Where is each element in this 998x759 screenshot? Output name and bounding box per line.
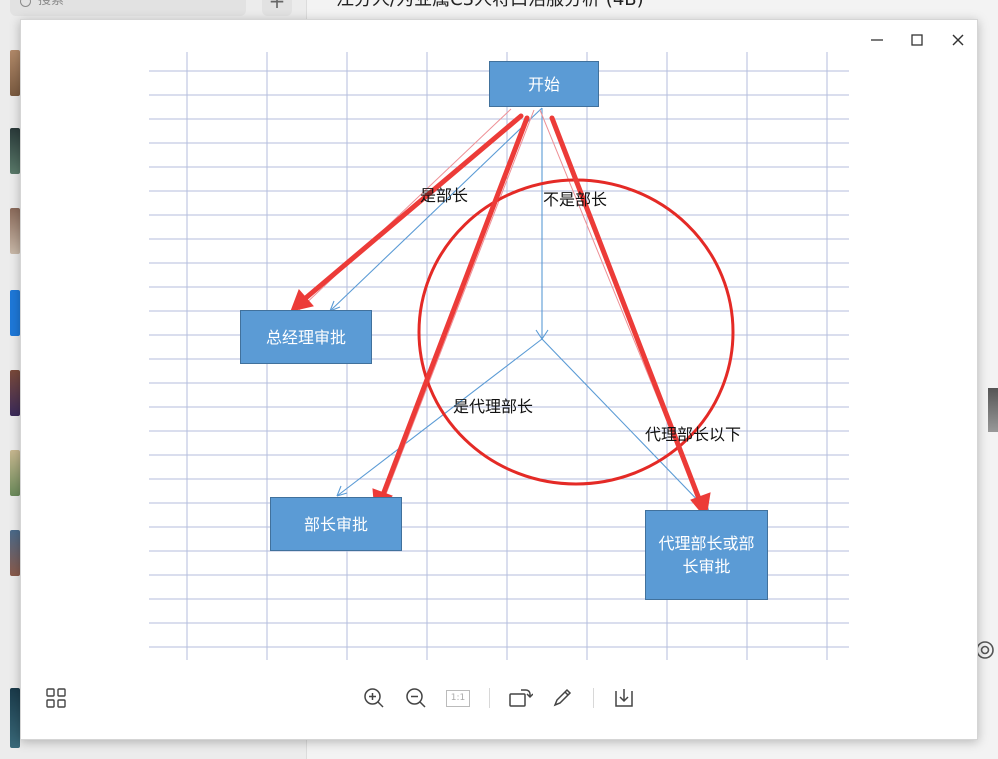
label-is-acting: 是代理部长 bbox=[453, 397, 534, 416]
background-thumbnail[interactable] bbox=[10, 370, 20, 416]
edit-button[interactable] bbox=[547, 683, 577, 713]
image-viewer-window: 开始 总经理审批 部长审批 代理部长或部长审批 是部长 不是部长 是代理部长 代… bbox=[20, 19, 978, 740]
label-below-acting: 代理部长以下 bbox=[645, 425, 742, 444]
minimize-icon bbox=[871, 39, 883, 41]
background-search-input[interactable]: 搜索 bbox=[10, 0, 246, 16]
background-add-button[interactable]: + bbox=[262, 0, 292, 16]
zoom-out-icon bbox=[406, 688, 426, 708]
zoom-out-button[interactable] bbox=[401, 683, 431, 713]
zoom-in-button[interactable] bbox=[359, 683, 389, 713]
thumbnail-grid-button[interactable] bbox=[43, 685, 69, 711]
background-thumbnail[interactable] bbox=[10, 450, 20, 496]
search-placeholder: 搜索 bbox=[38, 0, 65, 8]
background-thumbnail[interactable] bbox=[10, 128, 20, 174]
label-not-minister: 不是部长 bbox=[543, 190, 608, 209]
red-annotation-arrow bbox=[298, 113, 524, 305]
background-thumbnail[interactable] bbox=[10, 688, 20, 748]
node-start: 开始 bbox=[489, 61, 599, 107]
label-is-minister: 是部长 bbox=[420, 186, 469, 205]
background-thumbnail[interactable] bbox=[10, 290, 20, 336]
actual-size-label: 1:1 bbox=[450, 692, 466, 703]
grid-icon bbox=[46, 688, 66, 708]
close-icon bbox=[952, 34, 964, 46]
rotate-button[interactable] bbox=[505, 683, 535, 713]
toolbar-divider bbox=[593, 688, 594, 708]
connector-line bbox=[329, 107, 543, 312]
node-acting-approval: 代理部长或部长审批 bbox=[645, 510, 768, 600]
download-icon bbox=[615, 689, 633, 707]
background-title: 江分人/为业属C3人将口活服分析 (4B) bbox=[336, 0, 644, 12]
background-thumbnail[interactable] bbox=[10, 50, 20, 96]
background-thumbnail[interactable] bbox=[10, 530, 20, 576]
close-button[interactable] bbox=[944, 26, 972, 54]
node-minister-approval: 部长审批 bbox=[270, 497, 402, 551]
minimize-button[interactable] bbox=[863, 26, 891, 54]
zoom-in-icon bbox=[364, 688, 384, 708]
pencil-icon bbox=[553, 688, 572, 707]
background-thumbnail-right[interactable] bbox=[988, 388, 998, 432]
node-gm-approval: 总经理审批 bbox=[240, 310, 372, 364]
background-thumbnail[interactable] bbox=[10, 208, 20, 254]
actual-size-button[interactable]: 1:1 bbox=[443, 683, 473, 713]
toolbar-divider bbox=[489, 688, 490, 708]
download-button[interactable] bbox=[609, 683, 639, 713]
maximize-icon bbox=[911, 34, 923, 46]
flowchart-image: 开始 总经理审批 部长审批 代理部长或部长审批 是部长 不是部长 是代理部长 代… bbox=[149, 52, 849, 660]
search-icon bbox=[20, 0, 31, 7]
maximize-button[interactable] bbox=[903, 26, 931, 54]
rotate-icon bbox=[509, 689, 533, 707]
actual-size-icon: 1:1 bbox=[446, 689, 470, 707]
